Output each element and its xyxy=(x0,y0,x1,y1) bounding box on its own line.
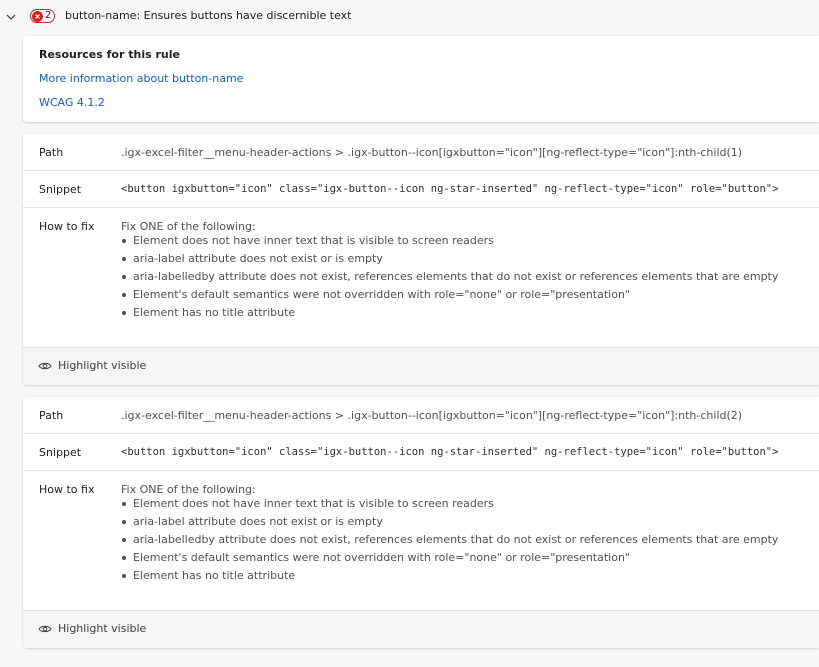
snippet-value: <button igxbutton="icon" class="igx-butt… xyxy=(121,183,779,195)
resources-title: Resources for this rule xyxy=(39,48,180,61)
wcag-link[interactable]: WCAG 4.1.2 xyxy=(39,96,105,109)
path-label: Path xyxy=(39,409,64,422)
snippet-row: Snippet <button igxbutton="icon" class="… xyxy=(23,434,819,471)
list-item: aria-label attribute does not exist or i… xyxy=(121,250,778,268)
list-item: Element's default semantics were not ove… xyxy=(121,286,778,304)
list-item: Element does not have inner text that is… xyxy=(121,495,778,513)
failure-count: 2 xyxy=(45,10,52,21)
list-item: Element's default semantics were not ove… xyxy=(121,549,778,567)
snippet-value: <button igxbutton="icon" class="igx-butt… xyxy=(121,446,779,458)
chevron-down-icon[interactable] xyxy=(5,11,17,23)
how-to-fix-label: How to fix xyxy=(39,220,95,233)
how-to-fix-label: How to fix xyxy=(39,483,95,496)
how-to-fix-row: How to fix Fix ONE of the following: Ele… xyxy=(23,208,819,347)
snippet-label: Snippet xyxy=(39,183,82,196)
fix-list: Element does not have inner text that is… xyxy=(121,232,778,322)
list-item: aria-label attribute does not exist or i… xyxy=(121,513,778,531)
rule-header[interactable]: 2 button-name: Ensures buttons have disc… xyxy=(0,0,819,34)
path-row: Path .igx-excel-filter__menu-header-acti… xyxy=(23,397,819,434)
failure-count-badge: 2 xyxy=(30,9,55,23)
eye-icon xyxy=(38,625,52,632)
path-row: Path .igx-excel-filter__menu-header-acti… xyxy=(23,134,819,171)
resources-card: Resources for this rule More information… xyxy=(23,36,819,122)
list-item: Element does not have inner text that is… xyxy=(121,232,778,250)
list-item: aria-labelledby attribute does not exist… xyxy=(121,268,778,286)
rule-title: button-name: Ensures buttons have discer… xyxy=(65,9,352,22)
list-item: Element has no title attribute xyxy=(121,567,778,585)
path-value: .igx-excel-filter__menu-header-actions >… xyxy=(121,409,743,422)
path-value: .igx-excel-filter__menu-header-actions >… xyxy=(121,146,743,159)
failure-instance-1: Path .igx-excel-filter__menu-header-acti… xyxy=(23,134,819,385)
eye-icon xyxy=(38,362,52,369)
list-item: Element has no title attribute xyxy=(121,304,778,322)
error-x-icon xyxy=(32,10,43,22)
snippet-label: Snippet xyxy=(39,446,82,459)
snippet-row: Snippet <button igxbutton="icon" class="… xyxy=(23,171,819,208)
highlight-visible-button[interactable]: Highlight visible xyxy=(38,359,146,372)
path-label: Path xyxy=(39,146,64,159)
highlight-visible-button[interactable]: Highlight visible xyxy=(38,622,146,635)
highlight-visible-label: Highlight visible xyxy=(58,359,147,372)
failure-instance-2: Path .igx-excel-filter__menu-header-acti… xyxy=(23,397,819,648)
instance-footer: Highlight visible xyxy=(23,347,819,385)
how-to-fix-row: How to fix Fix ONE of the following: Ele… xyxy=(23,471,819,610)
fix-list: Element does not have inner text that is… xyxy=(121,495,778,585)
highlight-visible-label: Highlight visible xyxy=(58,622,147,635)
more-info-link[interactable]: More information about button-name xyxy=(39,72,243,85)
instance-footer: Highlight visible xyxy=(23,610,819,648)
list-item: aria-labelledby attribute does not exist… xyxy=(121,531,778,549)
